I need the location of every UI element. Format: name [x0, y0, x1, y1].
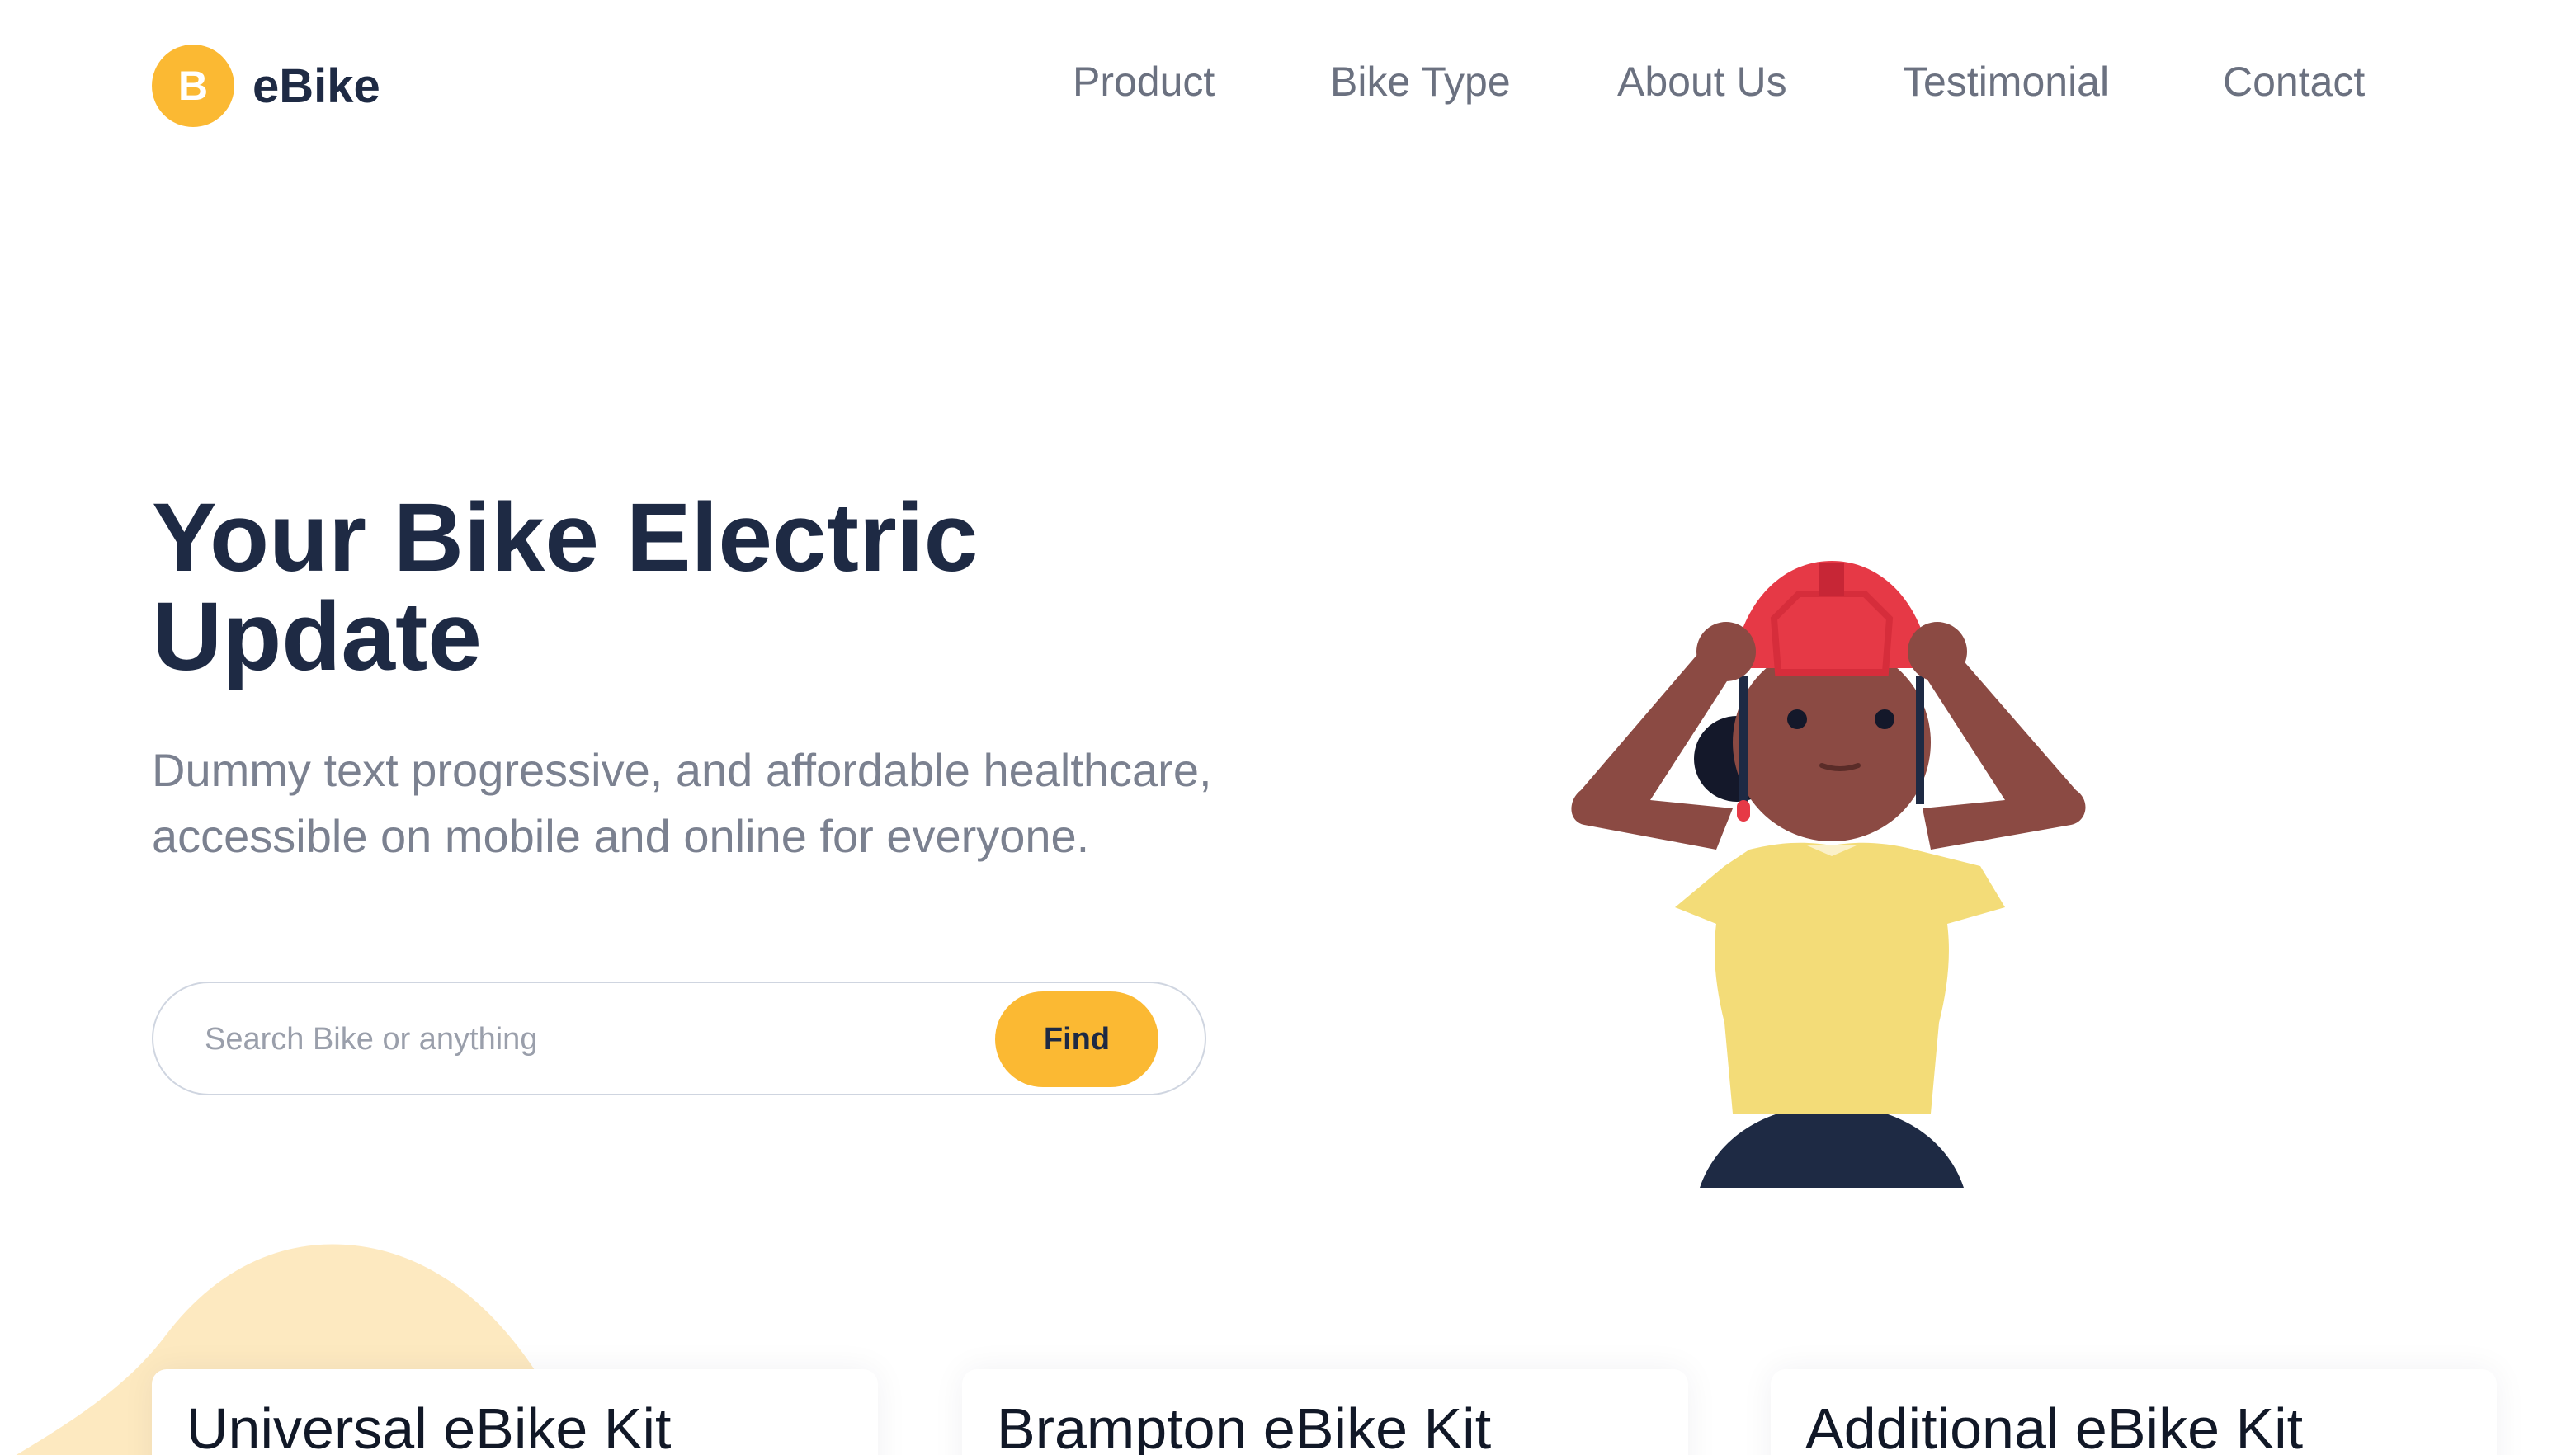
hero-title: Your Bike Electric Update	[152, 488, 1142, 686]
hero-subtitle: Dummy text progressive, and affordable h…	[152, 744, 1212, 862]
nav-item-about-us[interactable]: About Us	[1617, 58, 1787, 106]
nav-item-testimonial[interactable]: Testimonial	[1903, 58, 2109, 106]
product-card-universal[interactable]: Universal eBike Kit	[152, 1369, 878, 1455]
nav-item-bike-type[interactable]: Bike Type	[1330, 58, 1511, 106]
card-title: Brampton eBike Kit	[997, 1396, 1492, 1455]
nav-item-contact[interactable]: Contact	[2223, 58, 2365, 106]
main-nav: Product Bike Type About Us Testimonial C…	[0, 58, 2576, 124]
card-title: Universal eBike Kit	[186, 1396, 672, 1455]
search-input[interactable]	[203, 1011, 949, 1067]
product-card-additional[interactable]: Additional eBike Kit	[1771, 1369, 2497, 1455]
hero-title-line-1: Your Bike Electric	[152, 483, 979, 592]
woman-with-helmet-illustration	[1571, 561, 2086, 1188]
find-button[interactable]: Find	[995, 991, 1158, 1087]
card-title: Additional eBike Kit	[1805, 1396, 2304, 1455]
hero-title-line-2: Update	[152, 582, 482, 691]
nav-item-product[interactable]: Product	[1073, 58, 1215, 106]
product-card-brampton[interactable]: Brampton eBike Kit	[962, 1369, 1688, 1455]
page: B eBike Product Bike Type About Us Testi…	[0, 0, 2576, 1455]
search-bar: Find	[152, 982, 1206, 1095]
